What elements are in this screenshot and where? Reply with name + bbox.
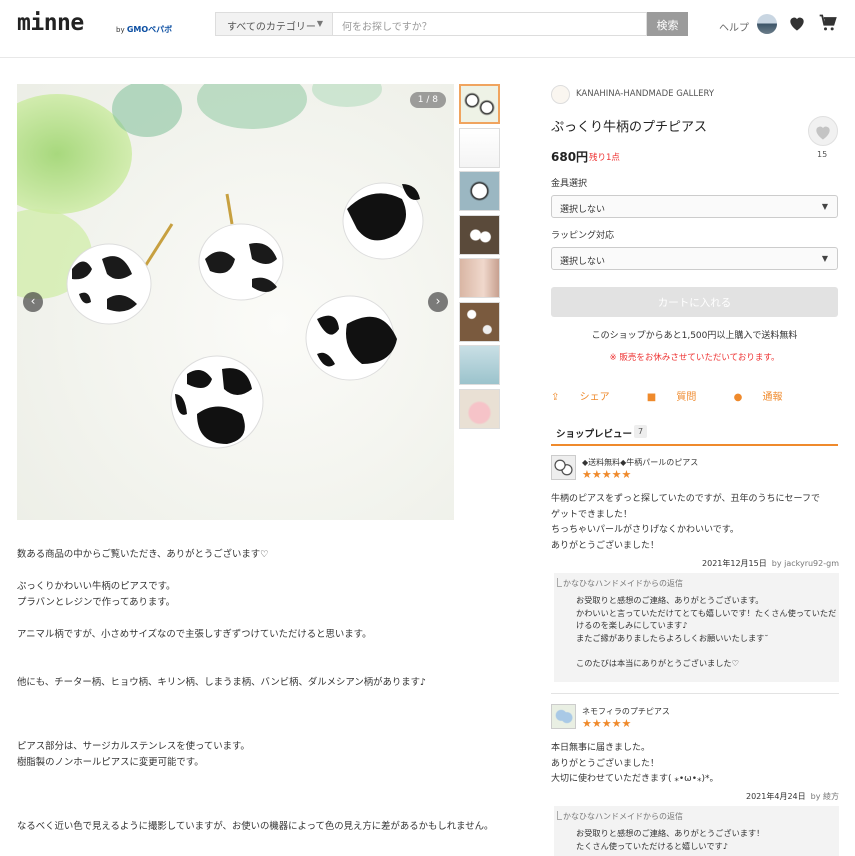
review-date: 2021年12月15日 by jackyru92-gm: [702, 559, 839, 568]
search-button[interactable]: 検索: [647, 12, 688, 36]
thumbnail[interactable]: [459, 388, 500, 429]
category-select[interactable]: すべてのカテゴリー ▼: [215, 12, 333, 36]
tab-label: ショップレビュー: [556, 429, 633, 440]
price: 680円: [551, 150, 589, 164]
chat-icon: ■: [646, 392, 657, 403]
review-product-thumbnail[interactable]: [551, 704, 576, 729]
shop-reply: かなひなハンドメイドからの返信 お受取りと感想のご連絡、ありがとうございます！ …: [554, 806, 839, 856]
thumbnail[interactable]: [459, 214, 500, 255]
description-line: [17, 691, 487, 707]
image-counter: 1 / 8: [409, 92, 446, 108]
description-line: なるべく近い色で見えるように撮影していますが、お使いの機器によって色の見え方に差…: [17, 821, 494, 832]
shop-name[interactable]: KANAHINA-HANDMADE GALLERY: [576, 89, 714, 99]
heart-icon[interactable]: [787, 13, 807, 33]
thumbnail[interactable]: [459, 84, 500, 124]
star-rating: ★★★★★: [582, 717, 632, 730]
option-label-hardware: 金具選択: [551, 179, 588, 189]
description-line: [17, 803, 487, 819]
site-header: minne by GMOペパボ すべてのカテゴリー ▼ 何をお探しですか？ 検索 …: [0, 0, 855, 58]
chevron-down-icon: ▼: [821, 202, 828, 211]
product-main-image: 1 / 8 ‹ ›: [17, 84, 454, 520]
favorite-button[interactable]: [808, 116, 838, 146]
chevron-down-icon: ▼: [821, 254, 828, 263]
favorite-count: 15: [817, 150, 828, 159]
share-link[interactable]: ⇪ シェア: [551, 392, 627, 403]
thumbnail[interactable]: [459, 258, 500, 298]
description-line: [17, 723, 487, 739]
product-description: 数ある商品の中からご覧いただき、ありがとうございます♡ ぷっくりかわいい牛柄のピ…: [17, 547, 494, 835]
description-line: ぷっくりかわいい牛柄のピアスです。: [17, 581, 176, 592]
shop-reply: かなひなハンドメイドからの返信 お受取りと感想のご連絡、ありがとうございます。 …: [554, 573, 839, 682]
description-line: [17, 643, 487, 659]
report-link[interactable]: ● 通報: [734, 392, 800, 403]
review-product-title[interactable]: ネモフィラのプチピアス: [582, 706, 670, 717]
add-to-cart-button[interactable]: カートに入れる: [551, 287, 838, 317]
description-line: [17, 659, 487, 675]
shipping-note: このショップからあと1,500円以上購入で送料無料: [591, 331, 798, 341]
share-icon: ⇪: [551, 392, 560, 403]
divider: [551, 693, 839, 694]
description-line: [17, 563, 487, 579]
option-label-wrapping: ラッピング対応: [551, 231, 615, 241]
description-line: [17, 787, 487, 803]
description-line: プラバンとレジンで作ってあります。: [17, 597, 176, 608]
closed-note: ※ 販売をお休みさせていただいております。: [609, 353, 780, 363]
description-line: 樹脂製のノンホールピアスに変更可能です。: [17, 757, 204, 768]
thumbnail[interactable]: [459, 345, 500, 385]
description-line: アニマル柄ですが、小さめサイズなので主張しすぎずつけていただけると思います。: [17, 629, 372, 640]
heart-icon: [816, 126, 830, 140]
chevron-down-icon: ▼: [316, 19, 323, 28]
question-link[interactable]: ■ 質問: [647, 392, 714, 403]
description-line: [17, 611, 487, 627]
review-body: 牛柄のピアスをずっと探していたのですが、丑年のうちにセーフで ゲットできました！…: [551, 494, 821, 551]
reply-body: お受取りと感想のご連絡、ありがとうございます！ たくさん使っていただけると嬉しい…: [576, 828, 765, 851]
reply-from: かなひなハンドメイドからの返信: [557, 811, 683, 821]
action-links: ⇪ シェア ■ 質問 ● 通報: [551, 388, 817, 403]
stock-remaining: 残り1点: [589, 153, 620, 163]
thumbnail[interactable]: [459, 171, 500, 211]
cart-icon[interactable]: [818, 13, 838, 33]
description-line: [17, 771, 487, 787]
thumbnail-list: [459, 84, 501, 432]
review-body: 本日無事に届きました。 ありがとうございました！ 大切に使わせていただきます( …: [551, 743, 719, 784]
logo-subtitle: by GMOペパボ: [116, 25, 173, 34]
earrings-photo: [17, 84, 454, 520]
hardware-select[interactable]: 選択しない ▼: [551, 195, 838, 218]
tab-shop-reviews[interactable]: ショップレビュー 7: [551, 425, 838, 446]
shop-logo: [551, 85, 570, 104]
next-image-button[interactable]: ›: [428, 292, 448, 312]
wrapping-select[interactable]: 選択しない ▼: [551, 247, 838, 270]
review-product-thumbnail[interactable]: [551, 455, 576, 480]
description-line: ピアス部分は、サージカルステンレスを使っています。: [17, 741, 250, 752]
avatar[interactable]: [757, 14, 777, 34]
minne-logo[interactable]: minne: [17, 10, 84, 36]
description-line: 他にも、チーター柄、ヒョウ柄、キリン柄、しまうま柄、バンビ柄、ダルメシアン柄があ…: [17, 677, 426, 688]
help-link[interactable]: ヘルプ: [719, 19, 749, 34]
description-line: [17, 707, 487, 723]
review-count-badge: 7: [634, 425, 648, 438]
description-line: 数ある商品の中からご覧いただき、ありがとうございます♡: [17, 549, 269, 560]
star-rating: ★★★★★: [582, 468, 632, 481]
review-date: 2021年4月24日 by 綾方: [746, 792, 839, 801]
reply-from: かなひなハンドメイドからの返信: [557, 578, 683, 588]
thumbnail[interactable]: [459, 301, 500, 342]
thumbnail[interactable]: [459, 127, 500, 168]
review-product-title[interactable]: ◆送料無料◆牛柄パールのピアス: [582, 457, 698, 468]
product-title: ぷっくり牛柄のプチピアス: [551, 120, 708, 135]
search-input[interactable]: 何をお探しですか？: [333, 12, 647, 36]
prev-image-button[interactable]: ‹: [23, 292, 43, 312]
reply-body: お受取りと感想のご連絡、ありがとうございます。 かわいいと言っていただけてとても…: [576, 595, 837, 668]
alert-icon: ●: [733, 392, 743, 403]
